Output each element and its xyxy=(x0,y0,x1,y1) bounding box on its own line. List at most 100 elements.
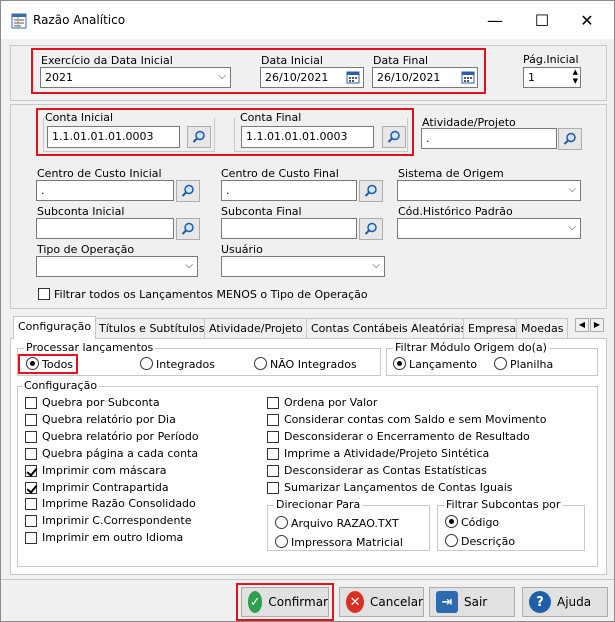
filtrar-menos-checkbox[interactable] xyxy=(38,288,50,300)
config-checkbox-label: Considerar contas com Saldo e sem Movime… xyxy=(284,412,547,426)
cc-final-search-button[interactable] xyxy=(359,180,383,202)
todos-label: Todos xyxy=(42,358,74,371)
tipo-operacao-label: Tipo de Operação xyxy=(37,243,135,256)
subconta-final-search-button[interactable] xyxy=(359,218,383,240)
planilha-label: Planilha xyxy=(510,358,554,371)
nao-integrados-radio[interactable] xyxy=(254,357,267,370)
razao-analitico-window: Razão Analítico — ☐ ✕ Exercício da Data … xyxy=(0,0,615,622)
search-icon xyxy=(364,222,377,235)
config-checkbox[interactable] xyxy=(267,430,279,443)
config-checkbox-label: Desconsiderar o Encerramento de Resultad… xyxy=(284,429,530,443)
descricao-radio[interactable] xyxy=(445,534,458,547)
todos-radio[interactable] xyxy=(26,357,39,370)
cod-historico-label: Cód.Histórico Padrão xyxy=(398,205,513,218)
calendar-icon[interactable] xyxy=(461,70,475,84)
spinner-arrows-icon[interactable]: ▲ ▼ xyxy=(573,68,578,86)
confirmar-button[interactable]: ✓ Confirmar xyxy=(241,587,329,617)
config-checkbox[interactable] xyxy=(267,447,279,460)
conta-final-label: Conta Final xyxy=(240,111,302,124)
cancelar-label: Cancelar xyxy=(370,595,423,609)
config-checkbox[interactable] xyxy=(25,413,37,426)
atividade-field[interactable]: . xyxy=(421,128,557,149)
tab-configuracao[interactable]: Configuração xyxy=(13,316,97,339)
ajuda-button[interactable]: ? Ajuda xyxy=(522,587,608,617)
data-inicial-label: Data Inicial xyxy=(261,54,323,67)
config-checkbox[interactable] xyxy=(267,464,279,477)
tab-moedas[interactable]: Moedas xyxy=(516,318,569,338)
filtrar-subcontas-title: Filtrar Subcontas por xyxy=(444,498,563,511)
config-checkbox[interactable] xyxy=(25,464,37,477)
window-title: Razão Analítico xyxy=(33,13,126,27)
config-checkbox-label: Imprime a Atividade/Projeto Sintética xyxy=(284,446,490,460)
cc-final-field[interactable]: . xyxy=(221,180,357,201)
sistema-origem-select[interactable]: ⌵ xyxy=(397,180,581,201)
config-checkbox[interactable] xyxy=(25,532,37,545)
integrados-radio[interactable] xyxy=(140,357,153,370)
cod-historico-select[interactable]: ⌵ xyxy=(397,218,581,239)
cc-inicial-field[interactable]: . xyxy=(36,180,174,201)
conta-inicial-search-button[interactable] xyxy=(187,126,211,148)
atividade-value: . xyxy=(426,132,430,145)
conta-inicial-field[interactable]: 1.1.01.01.01.0003 xyxy=(47,126,180,148)
config-checkbox[interactable] xyxy=(25,481,37,494)
close-button[interactable]: ✕ xyxy=(567,7,607,35)
cc-inicial-search-button[interactable] xyxy=(176,180,200,202)
arquivo-txt-radio[interactable] xyxy=(275,516,288,529)
subconta-final-field[interactable] xyxy=(221,218,357,239)
tipo-operacao-select[interactable]: ⌵ xyxy=(36,256,198,277)
nao-integrados-label: NÃO Integrados xyxy=(270,358,357,371)
title-bar: Razão Analítico — ☐ ✕ xyxy=(1,1,614,39)
calendar-icon[interactable] xyxy=(346,70,360,84)
exercicio-select[interactable]: 2021 ⌵ xyxy=(40,67,231,88)
chevron-down-icon: ⌵ xyxy=(568,222,576,233)
pag-inicial-label: Pág.Inicial xyxy=(523,53,579,66)
usuario-select[interactable]: ⌵ xyxy=(221,256,385,277)
config-checkbox[interactable] xyxy=(25,447,37,460)
ajuda-label: Ajuda xyxy=(557,595,592,609)
config-checkbox[interactable] xyxy=(267,397,279,409)
pag-inicial-spinner[interactable]: 1 ▲ ▼ xyxy=(523,67,581,88)
codigo-radio[interactable] xyxy=(445,515,458,528)
cancelar-button[interactable]: ✕ Cancelar xyxy=(339,587,424,617)
subconta-final-label: Subconta Final xyxy=(221,205,302,218)
config-checkbox[interactable] xyxy=(267,413,279,426)
tab-contas-aleatorias[interactable]: Contas Contábeis Aleatórias xyxy=(306,318,472,338)
tab-titulos-subtitulos[interactable]: Títulos e Subtítulos xyxy=(94,318,210,338)
config-checkbox-label: Desconsiderar as Contas Estatísticas xyxy=(284,463,487,477)
planilha-radio[interactable] xyxy=(494,357,507,370)
tab-empresa[interactable]: Empresa xyxy=(463,318,522,338)
conta-final-search-button[interactable] xyxy=(382,126,406,148)
search-icon xyxy=(563,132,576,145)
config-checkbox-label: Imprimir com máscara xyxy=(42,463,167,477)
subconta-inicial-field[interactable] xyxy=(36,218,174,239)
config-checkbox[interactable] xyxy=(25,515,37,528)
maximize-button[interactable]: ☐ xyxy=(522,7,562,35)
config-checkbox[interactable] xyxy=(25,397,37,409)
config-checkbox[interactable] xyxy=(25,430,37,443)
config-checkbox[interactable] xyxy=(267,481,279,494)
subconta-inicial-search-button[interactable] xyxy=(176,218,200,240)
tab-atividade-projeto[interactable]: Atividade/Projeto xyxy=(204,318,308,338)
exit-door-icon: ⇥ xyxy=(436,591,458,613)
direcionar-title: Direcionar Para xyxy=(274,498,363,511)
conta-final-field[interactable]: 1.1.01.01.01.0003 xyxy=(241,126,374,148)
search-icon xyxy=(181,184,194,197)
search-icon xyxy=(387,130,400,143)
config-checkbox-label: Ordena por Valor xyxy=(284,396,378,409)
minimize-button[interactable]: — xyxy=(475,7,515,35)
config-checkbox-label: Imprimir em outro Idioma xyxy=(42,531,184,545)
sair-button[interactable]: ⇥ Sair xyxy=(429,587,515,617)
lancamento-radio[interactable] xyxy=(393,357,406,370)
check-icon: ✓ xyxy=(248,591,263,613)
config-checkbox-label: Sumarizar Lançamentos de Contas Iguais xyxy=(284,480,513,494)
tab-scroll-right-icon[interactable]: ▶ xyxy=(590,318,604,332)
conta-inicial-value: 1.1.01.01.01.0003 xyxy=(52,130,154,143)
help-icon: ? xyxy=(529,591,551,613)
atividade-search-button[interactable] xyxy=(558,128,582,150)
search-icon xyxy=(364,184,377,197)
tab-scroll-left-icon[interactable]: ◀ xyxy=(575,318,589,332)
data-inicial-value: 26/10/2021 xyxy=(265,71,329,84)
config-checkbox[interactable] xyxy=(25,498,37,511)
config-checkbox-label: Imprimir Contrapartida xyxy=(42,480,169,494)
impressora-radio[interactable] xyxy=(275,535,288,548)
